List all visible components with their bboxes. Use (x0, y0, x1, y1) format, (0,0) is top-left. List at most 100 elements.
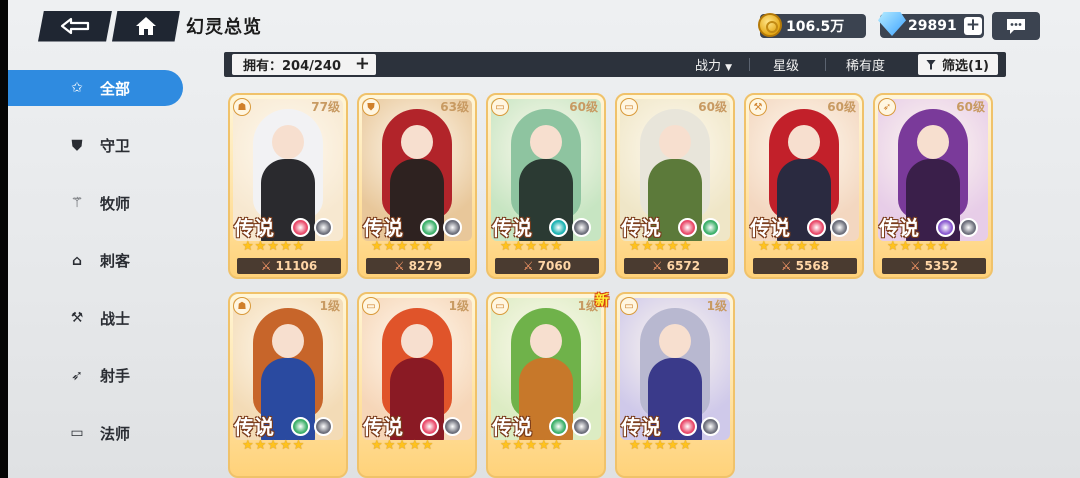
character-card[interactable]: ▭ 1级 传说 ★★★★★ (486, 292, 606, 478)
priest-wings-icon: ⚚ (70, 195, 84, 211)
hammer-icon: ⚒ (70, 310, 84, 326)
combat-power: ⚔ 11106 (237, 258, 341, 274)
star-rating: ★★★★★ (629, 438, 693, 453)
gem-icon (878, 12, 906, 36)
rarity-label: 传说 (621, 415, 661, 439)
character-level: 63级 (440, 100, 469, 114)
back-arrow-icon (60, 17, 90, 35)
character-card[interactable]: ➶ 60级 传说 ★★★★★ ⚔ 5352 (873, 93, 993, 279)
element-icon (443, 218, 462, 237)
portrait-face (401, 125, 433, 159)
expand-capacity-button[interactable]: + (355, 54, 370, 74)
sidebar-item-guardian[interactable]: ⛊ 守卫 (8, 128, 183, 164)
portrait-face (788, 125, 820, 159)
element-icon (572, 417, 591, 436)
star-rating: ★★★★★ (887, 239, 951, 254)
rarity-label: 传说 (750, 216, 790, 240)
character-level: 1级 (319, 299, 340, 313)
screen-bezel (0, 0, 8, 478)
character-card[interactable]: ☗ 1级 传说 ★★★★★ (228, 292, 348, 478)
character-card[interactable]: ▭ 1级 传说 ★★★★★ (357, 292, 477, 478)
character-card[interactable]: ⛊ 63级 传说 ★★★★★ ⚔ 8279 (357, 93, 477, 279)
character-card[interactable]: ▭ 60级 传说 ★★★★★ ⚔ 7060 (486, 93, 606, 279)
star-rating: ★★★★★ (758, 239, 822, 254)
new-badge: 新 (595, 293, 609, 309)
sidebar-item-archer[interactable]: ➶ 射手 (8, 358, 183, 394)
shield-icon: ⛊ (71, 137, 83, 154)
combat-power: ⚔ 5568 (753, 258, 857, 274)
portrait-face (272, 324, 304, 358)
portrait-face (659, 125, 691, 159)
sidebar-item-warrior[interactable]: ⚒ 战士 (8, 300, 183, 336)
add-gems-button[interactable]: + (964, 17, 982, 35)
combat-power-value: 7060 (537, 259, 572, 273)
sidebar-item-label: 刺客 (100, 252, 131, 270)
crossed-swords-icon: ⚔ (780, 259, 792, 273)
sidebar-item-label: 战士 (100, 309, 131, 328)
gold-counter[interactable]: 106.5万 (758, 13, 866, 38)
rarity-label: 传说 (879, 216, 919, 240)
element-icon (678, 218, 697, 237)
class-badge-icon: ▭ (491, 98, 509, 116)
sidebar-item-label: 全部 (100, 79, 131, 98)
rarity-label: 传说 (234, 415, 274, 439)
sidebar-item-label: 射手 (100, 367, 131, 385)
chat-button[interactable] (992, 12, 1040, 40)
sidebar-item-label: 守卫 (100, 137, 131, 155)
combat-power-value: 5352 (924, 259, 959, 273)
funnel-icon (926, 59, 936, 70)
gem-amount: 29891 (908, 18, 957, 34)
filter-button[interactable]: 筛选(1) (918, 54, 998, 75)
character-card[interactable]: ▭ 60级 传说 ★★★★★ ⚔ 6572 (615, 93, 735, 279)
character-card[interactable]: ▭ 1级传说 ★★★★★ (615, 292, 735, 478)
sidebar-item-assassin[interactable]: ⌂ 刺客 (8, 243, 183, 279)
sidebar-item-all[interactable]: ✩ 全部 (8, 70, 183, 106)
sidebar-item-label: 法师 (100, 424, 131, 443)
sort-by-power[interactable]: 战力 ▼ (695, 55, 732, 74)
top-bar: 幻灵总览 (38, 10, 262, 42)
star-rating: ★★★★★ (500, 239, 564, 254)
element-icon (701, 218, 720, 237)
sidebar-item-priest[interactable]: ⚚ 牧师 (8, 185, 183, 221)
portrait-face (272, 125, 304, 159)
combat-power: ⚔ 5352 (882, 258, 986, 274)
combat-power: ⚔ 7060 (495, 258, 599, 274)
crossed-swords-icon: ⚔ (260, 259, 272, 273)
class-badge-icon: ☗ (233, 98, 251, 116)
element-icon (549, 218, 568, 237)
star-rating: ★★★★★ (242, 438, 306, 453)
gold-amount: 106.5万 (786, 19, 845, 35)
combat-power-value: 11106 (275, 259, 318, 273)
combat-power: ⚔ 8279 (366, 258, 470, 274)
sidebar-item-mage[interactable]: ▭ 法师 (8, 415, 183, 451)
rarity-label: 传说 (363, 415, 403, 439)
sort-by-star[interactable]: 星级 (773, 55, 799, 74)
filter-bar: 拥有：204/240 + 战力 ▼ 星级 稀有度 筛选(1) (224, 52, 1006, 77)
home-button[interactable] (112, 10, 180, 42)
class-badge-icon: ⚒ (749, 98, 767, 116)
star-rating: ★★★★★ (500, 438, 564, 453)
combat-power-value: 8279 (408, 259, 443, 273)
class-badge-icon: ⛊ (362, 98, 380, 116)
sort-by-rarity[interactable]: 稀有度 (846, 55, 885, 74)
portrait-face (530, 125, 562, 159)
character-grid: ☗ 77级 传说 ★★★★★ ⚔ 11106 ⛊ 63级 传说 ★★★★★ ⚔ 8279 ▭ 60级 传说 ★… (226, 93, 1006, 478)
rarity-label: 传说 (492, 216, 532, 240)
crossed-swords-icon: ⚔ (522, 259, 534, 273)
class-badge-icon: ▭ (362, 297, 380, 315)
portrait-face (401, 324, 433, 358)
rarity-label: 传说 (492, 415, 532, 439)
character-card[interactable]: ⚒ 60级 传说 ★★★★★ ⚔ 5568 (744, 93, 864, 279)
caret-down-icon: ▼ (725, 63, 733, 73)
element-icon (572, 218, 591, 237)
owned-count[interactable]: 拥有：204/240 + (232, 54, 376, 75)
gem-counter[interactable]: 29891 + (878, 12, 984, 38)
book-icon: ▭ (70, 425, 84, 441)
back-button[interactable] (38, 10, 112, 42)
class-badge-icon: ▭ (620, 297, 638, 315)
character-level: 1级 (706, 299, 727, 313)
class-badge-icon: ▭ (491, 297, 509, 315)
character-level: 77级 (311, 100, 340, 114)
element-icon (314, 218, 333, 237)
character-card[interactable]: ☗ 77级 传说 ★★★★★ ⚔ 11106 (228, 93, 348, 279)
